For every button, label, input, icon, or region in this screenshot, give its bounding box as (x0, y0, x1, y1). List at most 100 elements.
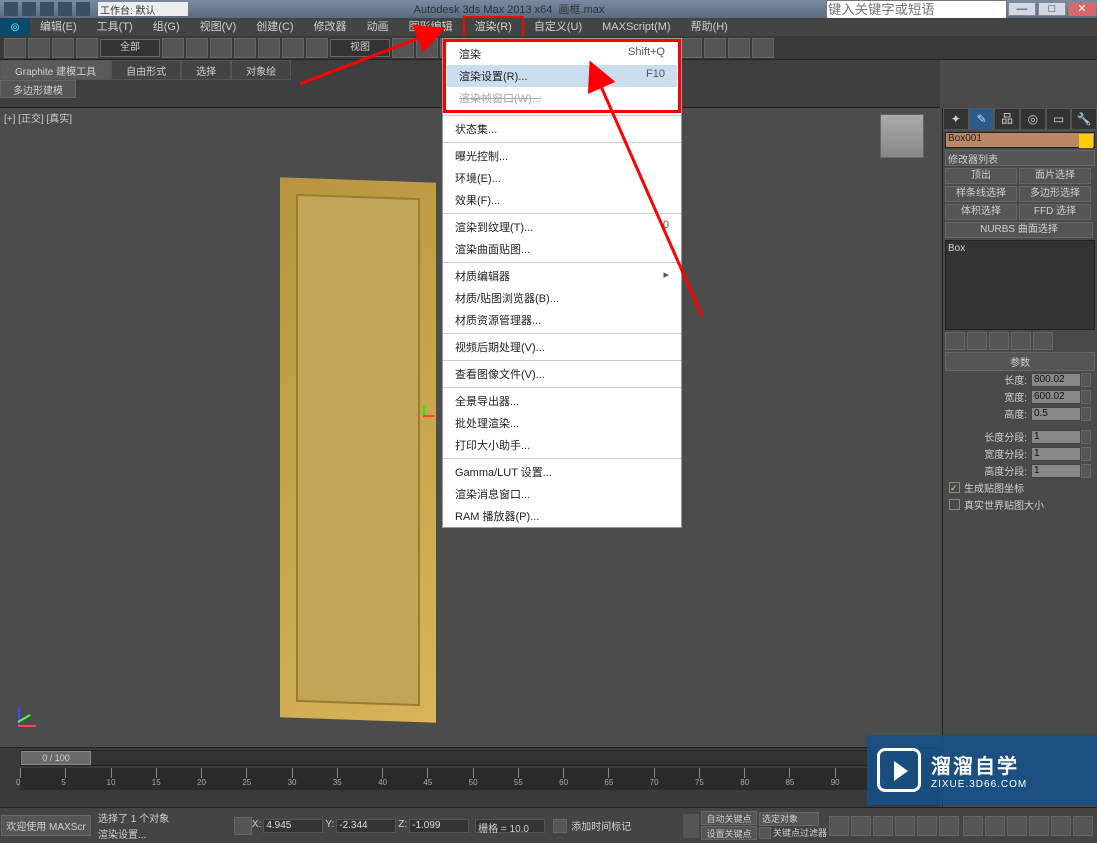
lseg-spin-arrows[interactable] (1081, 430, 1091, 444)
menuitem-batch-render[interactable]: 批处理渲染... (443, 412, 681, 434)
menuitem-panorama-exporter[interactable]: 全景导出器... (443, 390, 681, 412)
qat-new-icon[interactable] (4, 2, 18, 16)
menu-create[interactable]: 创建(C) (246, 18, 303, 36)
menu-customize[interactable]: 自定义(U) (524, 18, 592, 36)
remove-modifier-icon[interactable] (1011, 332, 1031, 350)
move-icon[interactable] (258, 38, 280, 58)
time-ruler[interactable]: 05101520253035404550556065707580859095 (20, 768, 880, 790)
selected-filter-dropdown[interactable]: 选定对象 (759, 812, 819, 826)
configure-sets-icon[interactable] (1033, 332, 1053, 350)
time-tag-icon[interactable] (553, 819, 567, 833)
menu-tools[interactable]: 工具(T) (87, 18, 143, 36)
key-icon[interactable] (759, 827, 771, 839)
wseg-spin-arrows[interactable] (1081, 447, 1091, 461)
app-menu-icon[interactable]: ⊚ (0, 18, 30, 36)
lseg-spinner[interactable]: 1 (1031, 430, 1081, 444)
menu-rendering[interactable]: 渲染(R) (463, 16, 524, 38)
stack-item-box[interactable]: Box (948, 243, 1092, 254)
tab-modify-icon[interactable]: ✎ (969, 108, 995, 130)
tab-display-icon[interactable]: ▭ (1046, 108, 1072, 130)
menu-edit[interactable]: 编辑(E) (30, 18, 87, 36)
undo-icon[interactable] (4, 38, 26, 58)
wseg-spinner[interactable]: 1 (1031, 447, 1081, 461)
width-spin-arrows[interactable] (1081, 390, 1091, 404)
menuitem-gamma-lut[interactable]: Gamma/LUT 设置... (443, 461, 681, 483)
goto-end-icon[interactable] (917, 816, 937, 836)
modifier-list-dropdown[interactable]: 修改器列表 (945, 150, 1095, 166)
zoom-icon[interactable] (1007, 816, 1027, 836)
select-region-icon[interactable] (210, 38, 232, 58)
render-frame-icon[interactable] (728, 38, 750, 58)
viewcube[interactable] (880, 114, 924, 158)
tab-freeform[interactable]: 自由形式 (111, 60, 181, 80)
menu-views[interactable]: 视图(V) (190, 18, 247, 36)
select-icon[interactable] (162, 38, 184, 58)
maximize-button[interactable]: □ (1038, 2, 1066, 16)
link-icon[interactable] (52, 38, 74, 58)
unlink-icon[interactable] (76, 38, 98, 58)
autokey-button[interactable]: 自动关键点 (701, 811, 757, 825)
btn-poly-select[interactable]: 多边形选择 (1019, 186, 1091, 202)
render-icon[interactable] (752, 38, 774, 58)
qat-open-icon[interactable] (22, 2, 36, 16)
hseg-spin-arrows[interactable] (1081, 464, 1091, 478)
time-slider-thumb[interactable]: 0 / 100 (21, 751, 91, 765)
pan-icon[interactable] (963, 816, 983, 836)
btn-nurbs-select[interactable]: NURBS 曲面选择 (945, 222, 1093, 238)
rollout-header[interactable]: 参数 (945, 352, 1095, 371)
btn-volume-select[interactable]: 体积选择 (945, 204, 1017, 220)
btn-face-select[interactable]: 面片选择 (1019, 168, 1091, 184)
length-spinner[interactable]: 800.02 (1031, 373, 1081, 387)
menu-help[interactable]: 帮助(H) (681, 18, 738, 36)
goto-start-icon[interactable] (829, 816, 849, 836)
time-config-icon[interactable] (939, 816, 959, 836)
zoom-extents-icon[interactable] (1029, 816, 1049, 836)
setkey-button[interactable]: 设置关键点 (701, 826, 757, 840)
show-end-result-icon[interactable] (967, 332, 987, 350)
menu-group[interactable]: 组(G) (143, 18, 190, 36)
prev-frame-icon[interactable] (851, 816, 871, 836)
z-input[interactable] (409, 819, 469, 833)
window-crossing-icon[interactable] (234, 38, 256, 58)
lock-selection-icon[interactable] (234, 817, 252, 835)
pin-stack-icon[interactable] (945, 332, 965, 350)
height-spin-arrows[interactable] (1081, 407, 1091, 421)
welcome-panel[interactable]: 欢迎使用 MAXScr (1, 815, 91, 836)
workspace-selector[interactable]: 工作台: 默认 (98, 2, 188, 16)
y-input[interactable] (336, 819, 396, 833)
tab-hierarchy-icon[interactable]: 品 (994, 108, 1020, 130)
key-lock-icon[interactable] (683, 814, 699, 838)
tab-motion-icon[interactable]: ◎ (1020, 108, 1046, 130)
select-name-icon[interactable] (186, 38, 208, 58)
btn-extrude[interactable]: 顶出 (945, 168, 1017, 184)
gen-mapping-checkbox[interactable] (949, 482, 960, 493)
tab-objectpaint[interactable]: 对象绘 (231, 60, 291, 80)
menuitem-print-size[interactable]: 打印大小助手... (443, 434, 681, 456)
menuitem-video-post[interactable]: 视频后期处理(V)... (443, 336, 681, 358)
select-filter[interactable]: 全部 (100, 39, 160, 57)
render-setup-icon[interactable] (704, 38, 726, 58)
menu-maxscript[interactable]: MAXScript(M) (592, 18, 680, 36)
help-search-input[interactable] (826, 0, 1007, 19)
tab-create-icon[interactable]: ✦ (943, 108, 969, 130)
key-filter-label[interactable]: 关键点过滤器 (771, 826, 829, 839)
material-editor-icon[interactable] (680, 38, 702, 58)
orbit-icon[interactable] (985, 816, 1005, 836)
hseg-spinner[interactable]: 1 (1031, 464, 1081, 478)
btn-spline-select[interactable]: 样条线选择 (945, 186, 1017, 202)
height-spinner[interactable]: 0.5 (1031, 407, 1081, 421)
width-spinner[interactable]: 600.02 (1031, 390, 1081, 404)
subtab-polymodel[interactable]: 多边形建模 (0, 80, 76, 98)
object-color-swatch[interactable] (1079, 134, 1093, 148)
viewport-label[interactable]: [+] [正交] [真实] (4, 110, 72, 125)
tab-selection[interactable]: 选择 (181, 60, 231, 80)
x-input[interactable] (263, 819, 323, 833)
menuitem-render-message[interactable]: 渲染消息窗口... (443, 483, 681, 505)
make-unique-icon[interactable] (989, 332, 1009, 350)
tab-graphite[interactable]: Graphite 建模工具 (0, 60, 111, 80)
object-name-input[interactable]: Box001 (945, 132, 1095, 148)
real-world-checkbox[interactable] (949, 499, 960, 510)
qat-save-icon[interactable] (40, 2, 54, 16)
fov-icon[interactable] (1051, 816, 1071, 836)
add-time-tag[interactable]: 添加时间标记 (571, 818, 631, 833)
